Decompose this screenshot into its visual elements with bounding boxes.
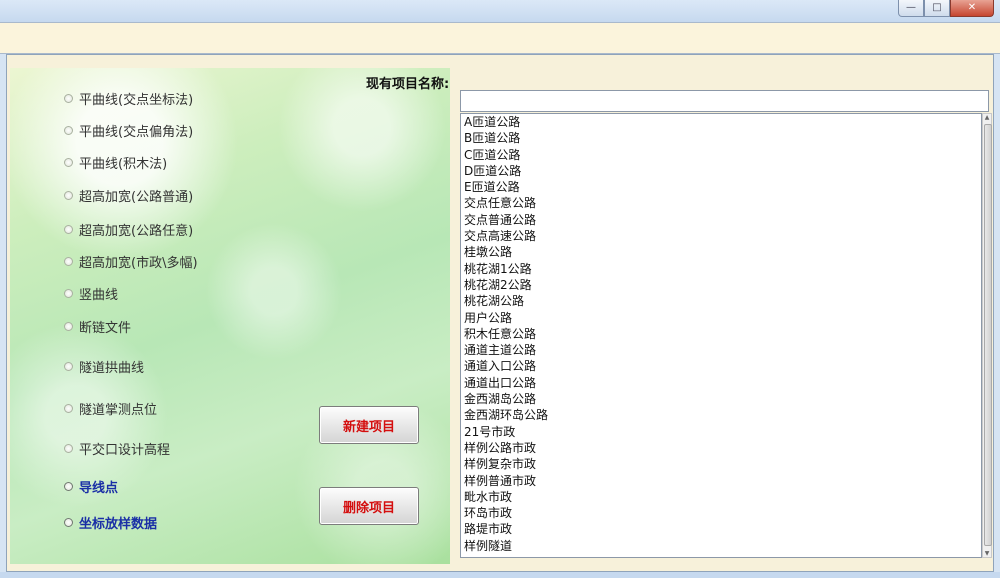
option-item[interactable]: 平交口设计高程 [64,439,170,458]
project-list-item[interactable]: 通道主道公路 [461,342,981,358]
project-list-item[interactable]: A匝道公路 [461,114,981,130]
option-item[interactable]: 超高加宽(市政\多幅) [64,252,198,271]
maximize-button[interactable]: □ [924,0,950,17]
radio-button[interactable] [64,518,73,527]
radio-button[interactable] [64,94,73,103]
project-list-item[interactable]: E匝道公路 [461,179,981,195]
delete-project-button[interactable]: 删除项目 [319,487,419,525]
option-label: 导线点 [79,481,119,496]
radio-button[interactable] [64,257,73,266]
radio-button[interactable] [64,158,73,167]
project-list-item[interactable]: 用户公路 [461,310,981,326]
project-list-item[interactable]: 积木任意公路 [461,326,981,342]
option-item[interactable]: 隧道拱曲线 [64,357,144,376]
project-list-item[interactable]: 交点高速公路 [461,228,981,244]
radio-button[interactable] [64,482,73,491]
project-list-item[interactable]: 通道入口公路 [461,358,981,374]
option-item[interactable]: 竖曲线 [64,284,118,303]
radio-button[interactable] [64,322,73,331]
project-list-item[interactable]: 桃花湖公路 [461,293,981,309]
project-list-item[interactable]: 金西湖环岛公路 [461,407,981,423]
option-label: 坐标放样数据 [79,517,158,532]
top-strip [0,22,1000,54]
window-bottom-edge [0,572,1000,578]
radio-button[interactable] [64,444,73,453]
project-list-item[interactable]: 样例复杂市政 [461,456,981,472]
option-label: 超高加宽(公路任意) [79,224,194,239]
option-item[interactable]: 坐标放样数据 [64,513,157,532]
project-list-item[interactable]: 交点普通公路 [461,212,981,228]
scrollbar-thumb[interactable] [984,124,992,546]
new-project-button[interactable]: 新建项目 [319,406,419,444]
option-label: 超高加宽(市政\多幅) [79,256,198,271]
project-list[interactable]: A匝道公路 B匝道公路 C匝道公路 D匝道公路 E匝道公路 交点任意公路 交点普通公路 交点高… [460,113,982,558]
option-item[interactable]: 隧道掌测点位 [64,399,157,418]
option-label: 隧道掌测点位 [79,403,158,418]
scroll-up-icon[interactable]: ▲ [983,114,991,121]
scroll-down-icon[interactable]: ▼ [983,550,991,557]
project-list-item[interactable]: 样例隧道 [461,538,981,554]
option-label: 平曲线(积木法) [79,157,168,172]
project-list-scrollbar[interactable]: ▲ ▼ [982,113,992,558]
option-label: 平曲线(交点坐标法) [79,93,194,108]
radio-button[interactable] [64,404,73,413]
project-list-item[interactable]: 交点任意公路 [461,195,981,211]
option-label: 竖曲线 [79,288,119,303]
project-list-item[interactable]: 环岛市政 [461,505,981,521]
option-label: 平曲线(交点偏角法) [79,125,194,140]
project-list-item[interactable]: 通道出口公路 [461,375,981,391]
window-controls: — □ ✕ [898,0,994,17]
radio-button[interactable] [64,362,73,371]
option-label: 平交口设计高程 [79,443,171,458]
project-list-item[interactable]: 桃花湖1公路 [461,261,981,277]
project-name-label: 现有项目名称: [366,77,450,92]
radio-button[interactable] [64,126,73,135]
option-item[interactable]: 超高加宽(公路普通) [64,186,193,205]
option-label: 断链文件 [79,321,132,336]
project-list-item[interactable]: C匝道公路 [461,147,981,163]
minimize-button[interactable]: — [898,0,924,17]
project-list-item[interactable]: B匝道公路 [461,130,981,146]
radio-button[interactable] [64,191,73,200]
project-list-item[interactable]: 金西湖岛公路 [461,391,981,407]
option-item[interactable]: 超高加宽(公路任意) [64,220,193,239]
project-list-item[interactable]: 样例普通市政 [461,473,981,489]
project-list-item[interactable]: 桃花湖2公路 [461,277,981,293]
option-item[interactable]: 平曲线(积木法) [64,153,167,172]
project-list-item[interactable]: 21号市政 [461,424,981,440]
option-item[interactable]: 平曲线(交点偏角法) [64,121,193,140]
project-list-item[interactable]: 毗水市政 [461,489,981,505]
option-label: 隧道拱曲线 [79,361,145,376]
project-list-item[interactable]: 路堤市政 [461,521,981,537]
radio-button[interactable] [64,225,73,234]
option-item[interactable]: 平曲线(交点坐标法) [64,89,193,108]
project-list-item[interactable]: 桂墩公路 [461,244,981,260]
title-bar: — □ ✕ [0,0,1000,22]
project-list-item[interactable]: D匝道公路 [461,163,981,179]
option-item[interactable]: 导线点 [64,477,118,496]
project-list-item[interactable]: 样例公路市政 [461,440,981,456]
option-item[interactable]: 断链文件 [64,317,131,336]
option-label: 超高加宽(公路普通) [79,190,194,205]
project-name-input[interactable] [460,90,989,112]
close-button[interactable]: ✕ [950,0,994,17]
radio-button[interactable] [64,289,73,298]
